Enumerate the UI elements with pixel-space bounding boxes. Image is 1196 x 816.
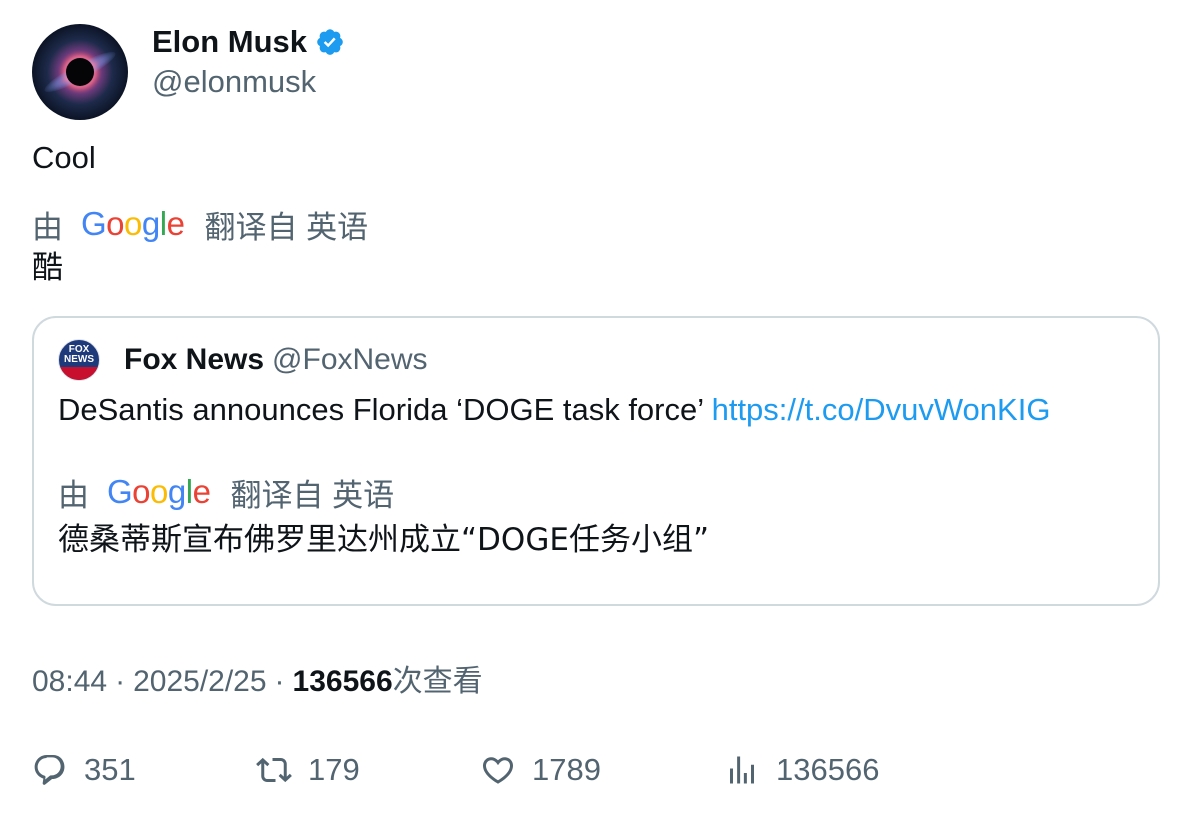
quote-translation-attribution: 由 Google 翻译自 英语 [58,472,1134,513]
analytics-icon [730,756,754,784]
views-count: 136566 [292,665,393,698]
avatar[interactable] [32,24,128,120]
tweet-meta: 08:44 · 2025/2/25 · 136566 次查看 [32,662,483,702]
action-bar: 351 179 1789 136566 [32,748,932,792]
tweet-date[interactable]: 2025/2/25 [133,662,266,702]
repost-icon [256,757,292,783]
tweet-text: Cool [32,140,96,175]
repost-count: 179 [308,752,360,787]
tweet: Elon Musk @elonmusk Cool 由 Google 翻译自 英语… [32,24,1164,606]
quote-translated-from-label: 翻译自 英语 [230,477,395,513]
like-count: 1789 [532,752,601,787]
google-logo: Google [107,473,211,510]
quote-display-name[interactable]: Fox News [124,343,264,377]
handle[interactable]: @elonmusk [152,62,345,102]
reply-button[interactable]: 351 [32,748,136,792]
reply-icon [34,755,65,785]
google-logo: Google [81,205,185,242]
translation-attribution: 由 Google 翻译自 英语 [32,204,1164,245]
meta-separator: · [115,665,126,698]
fox-logo-bar [59,367,99,380]
quote-translated-by-label: 由 [58,477,89,513]
tweet-header: Elon Musk @elonmusk [32,24,1164,120]
translated-from-label: 翻译自 英语 [204,209,369,245]
quoted-tweet[interactable]: FOX NEWS Fox News @FoxNews DeSantis anno… [32,316,1160,606]
display-name[interactable]: Elon Musk [152,24,307,60]
like-button[interactable]: 1789 [480,748,601,792]
translated-text: 酷 [32,250,63,286]
meta-separator: · [274,665,285,698]
tweet-time[interactable]: 08:44 [32,662,107,702]
quote-handle[interactable]: @FoxNews [272,343,427,377]
verified-badge-icon[interactable] [315,27,345,57]
quote-link[interactable]: https://t.co/DvuvWonKIG [712,392,1051,427]
views-action-count: 136566 [776,752,880,787]
views-button[interactable]: 136566 [724,748,879,792]
repost-button[interactable]: 179 [256,748,360,792]
fox-logo-text-mid: NEWS [64,354,94,365]
heart-icon [482,757,514,784]
translated-by-label: 由 [32,209,63,245]
quote-body: DeSantis announces Florida ‘DOGE task fo… [58,392,712,427]
fox-news-avatar[interactable]: FOX NEWS [58,339,100,381]
quote-header: FOX NEWS Fox News @FoxNews [58,339,1134,381]
quote-text: DeSantis announces Florida ‘DOGE task fo… [58,390,1134,430]
author-names: Elon Musk @elonmusk [152,24,345,102]
views-label: 次查看 [392,665,483,698]
reply-count: 351 [84,752,136,787]
display-name-row: Elon Musk [152,24,345,60]
quote-translated-text: 德桑蒂斯宣布佛罗里达州成立“DOGE任务小组” [58,522,709,558]
